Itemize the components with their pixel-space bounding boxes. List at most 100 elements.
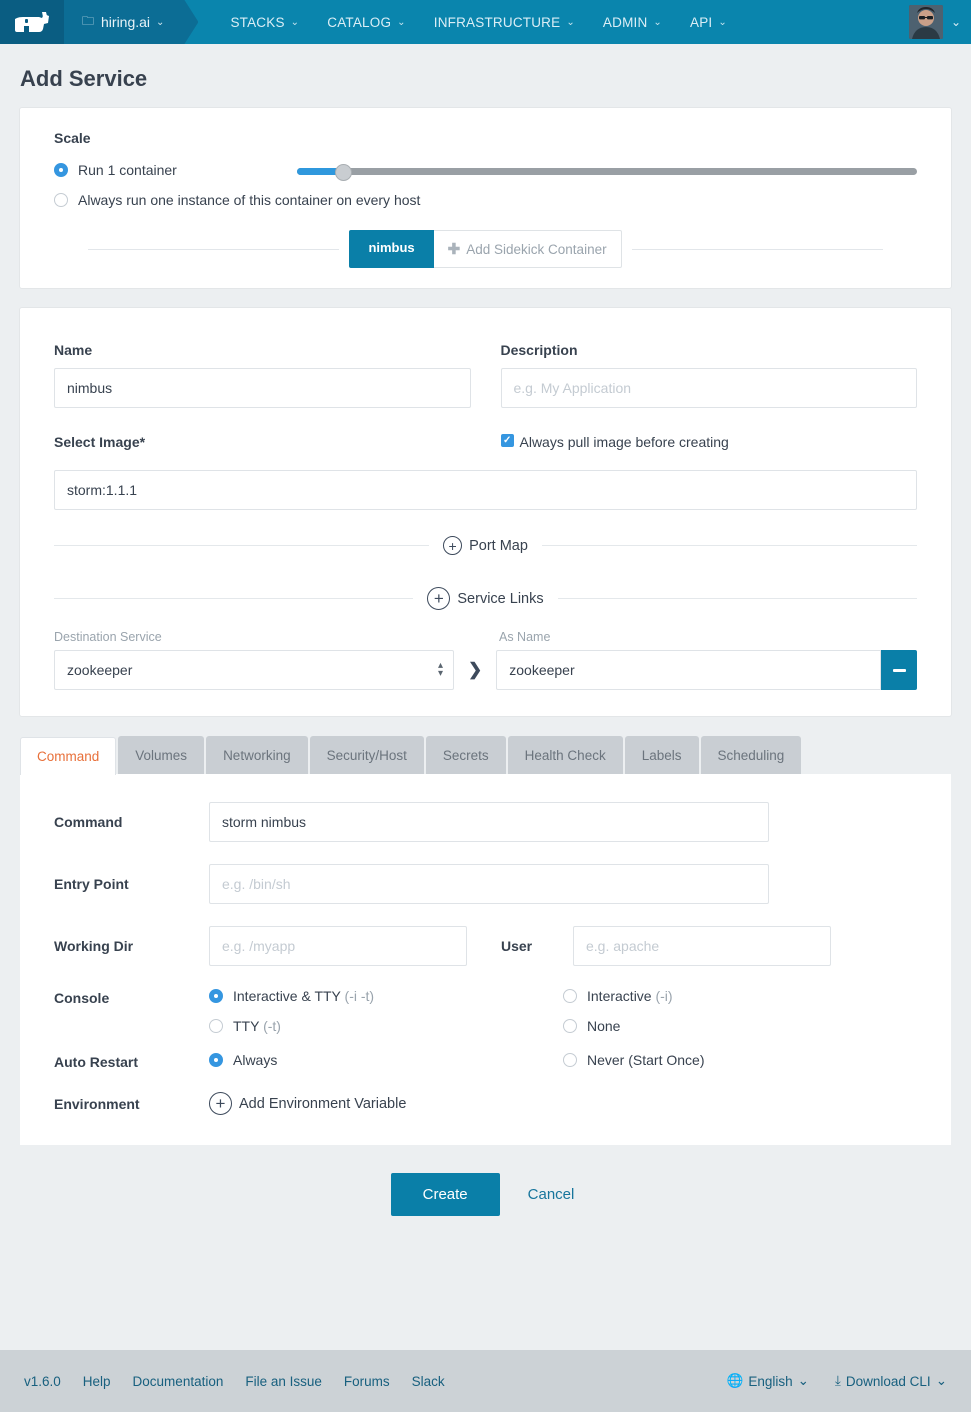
chevron-down-icon[interactable]: ⌄ xyxy=(951,15,961,29)
console-option-label: Interactive xyxy=(587,988,652,1004)
service-links-divider: + Service Links xyxy=(54,587,918,610)
download-cli-label: Download CLI xyxy=(845,1373,931,1389)
app-root: 🗀 hiring.ai ⌄ STACKS ⌄ CATALOG ⌄ INFRAST… xyxy=(0,0,971,1412)
navbar-right: ⌄ xyxy=(908,0,971,44)
auto-restart-option-never[interactable]: Never (Start Once) xyxy=(563,1052,917,1068)
scale-slider[interactable] xyxy=(297,164,917,181)
console-radio-group: Interactive & TTY (-i -t) Interactive (-… xyxy=(209,988,917,1034)
destination-service-select[interactable]: zookeeper xyxy=(54,650,454,690)
console-radio-interactive-tty[interactable] xyxy=(209,989,223,1003)
tab-networking[interactable]: Networking xyxy=(206,736,308,774)
auto-restart-option-label: Never (Start Once) xyxy=(587,1052,705,1068)
scale-radio-run[interactable] xyxy=(54,163,68,177)
footer-link-help[interactable]: Help xyxy=(83,1374,111,1389)
tab-labels[interactable]: Labels xyxy=(624,736,699,774)
chevron-down-icon: ⌄ xyxy=(397,16,406,28)
nav-item-admin[interactable]: ADMIN ⌄ xyxy=(589,0,676,44)
name-input[interactable] xyxy=(54,368,471,408)
footer-link-forums[interactable]: Forums xyxy=(344,1374,390,1389)
command-row: Command xyxy=(54,802,917,842)
entry-point-input[interactable] xyxy=(209,864,769,904)
console-option-interactive-tty[interactable]: Interactive & TTY (-i -t) xyxy=(209,988,563,1004)
always-pull-group: Always pull image before creating xyxy=(500,434,918,460)
working-dir-input[interactable] xyxy=(209,926,467,966)
sidekick-bar: nimbus ✚ Add Sidekick Container xyxy=(54,230,917,288)
divider-left xyxy=(88,248,340,250)
command-input[interactable] xyxy=(209,802,769,842)
auto-restart-radio-never[interactable] xyxy=(563,1053,577,1067)
console-option-flag: (-t) xyxy=(263,1018,281,1034)
slider-handle[interactable] xyxy=(335,164,353,181)
console-option-interactive[interactable]: Interactive (-i) xyxy=(563,988,917,1004)
add-port-map-button[interactable]: + Port Map xyxy=(443,536,528,555)
name-field-group: Name xyxy=(54,342,471,408)
nav-item-stacks[interactable]: STACKS ⌄ xyxy=(216,0,313,44)
auto-restart-radio-always[interactable] xyxy=(209,1053,223,1067)
nav-item-infrastructure[interactable]: INFRASTRUCTURE ⌄ xyxy=(420,0,589,44)
console-radio-interactive[interactable] xyxy=(563,989,577,1003)
language-selector[interactable]: 🌐 English ⌄ xyxy=(727,1373,809,1389)
tab-health-check[interactable]: Health Check xyxy=(507,736,623,774)
select-image-input[interactable] xyxy=(54,470,917,510)
console-radio-none[interactable] xyxy=(563,1019,577,1033)
tab-security-host[interactable]: Security/Host xyxy=(309,736,424,774)
download-cli-button[interactable]: ⤓ Download CLI ⌄ xyxy=(835,1373,947,1389)
console-radio-tty[interactable] xyxy=(209,1019,223,1033)
service-form-card: Name Description Select Image* Always pu… xyxy=(20,308,951,716)
as-name-input[interactable] xyxy=(496,650,881,690)
auto-restart-option-always[interactable]: Always xyxy=(209,1052,563,1068)
environment-label: Environment xyxy=(54,1095,140,1112)
nav-item-label: ADMIN xyxy=(602,14,648,30)
auto-restart-row: Auto Restart Always Never (Start Once) xyxy=(54,1052,917,1070)
nav-item-catalog[interactable]: CATALOG ⌄ xyxy=(313,0,420,44)
download-icon: ⤓ xyxy=(834,1373,841,1388)
tab-secrets[interactable]: Secrets xyxy=(425,736,506,774)
chevron-down-icon: ⌄ xyxy=(156,16,165,28)
scale-radio-global[interactable] xyxy=(54,193,68,207)
destination-service-select-wrap: zookeeper ▴ ▾ xyxy=(54,650,454,690)
as-name-group xyxy=(496,650,917,690)
console-label: Console xyxy=(54,990,110,1006)
nav-item-label: API xyxy=(690,14,713,30)
add-service-link-button[interactable]: + Service Links xyxy=(427,587,544,610)
console-option-none[interactable]: None xyxy=(563,1018,917,1034)
working-dir-user-row: Working Dir User xyxy=(54,926,917,966)
chevron-down-icon: ⌄ xyxy=(290,16,300,28)
footer-link-file-an-issue[interactable]: File an Issue xyxy=(245,1374,322,1389)
add-environment-variable-button[interactable]: + Add Environment Variable xyxy=(209,1092,406,1115)
form-actions: Create Cancel xyxy=(0,1145,971,1250)
plus-icon: ✚ xyxy=(447,241,461,258)
minus-icon xyxy=(892,668,906,672)
sidekick-tab-nimbus[interactable]: nimbus xyxy=(349,230,434,268)
environment-switcher[interactable]: 🗀 hiring.ai ⌄ xyxy=(64,0,198,44)
nav-item-api[interactable]: API ⌄ xyxy=(676,0,741,44)
console-option-label: None xyxy=(587,1018,621,1034)
user-input[interactable] xyxy=(573,926,831,966)
name-description-row: Name Description xyxy=(54,342,917,408)
scale-option-global-label[interactable]: Always run one instance of this containe… xyxy=(78,192,420,208)
avatar[interactable] xyxy=(908,5,943,39)
rancher-logo-button[interactable] xyxy=(0,0,64,44)
service-link-row: zookeeper ▴ ▾ ❯ xyxy=(54,650,917,690)
create-button[interactable]: Create xyxy=(390,1173,500,1216)
scale-option-run-label[interactable]: Run 1 container xyxy=(78,162,177,178)
image-label-group: Select Image* xyxy=(54,434,471,460)
console-option-tty[interactable]: TTY (-t) xyxy=(209,1018,563,1034)
tab-scheduling[interactable]: Scheduling xyxy=(700,736,802,774)
cow-logo-icon xyxy=(13,10,51,34)
always-pull-label[interactable]: Always pull image before creating xyxy=(520,434,729,450)
footer-link-slack[interactable]: Slack xyxy=(412,1374,445,1389)
divider-line-right xyxy=(541,545,917,546)
description-input[interactable] xyxy=(500,368,917,408)
nav-item-label: INFRASTRUCTURE xyxy=(433,14,561,30)
tab-volumes[interactable]: Volumes xyxy=(118,736,205,774)
auto-restart-option-label: Always xyxy=(233,1052,278,1068)
tab-command[interactable]: Command xyxy=(20,737,117,775)
cancel-button[interactable]: Cancel xyxy=(522,1185,581,1204)
image-row: Select Image* Always pull image before c… xyxy=(54,434,917,460)
footer-link-documentation[interactable]: Documentation xyxy=(133,1374,224,1389)
command-label: Command xyxy=(54,814,123,830)
add-sidekick-container-button[interactable]: ✚ Add Sidekick Container xyxy=(433,230,622,268)
always-pull-checkbox[interactable] xyxy=(500,434,514,447)
remove-service-link-button[interactable] xyxy=(881,650,917,690)
